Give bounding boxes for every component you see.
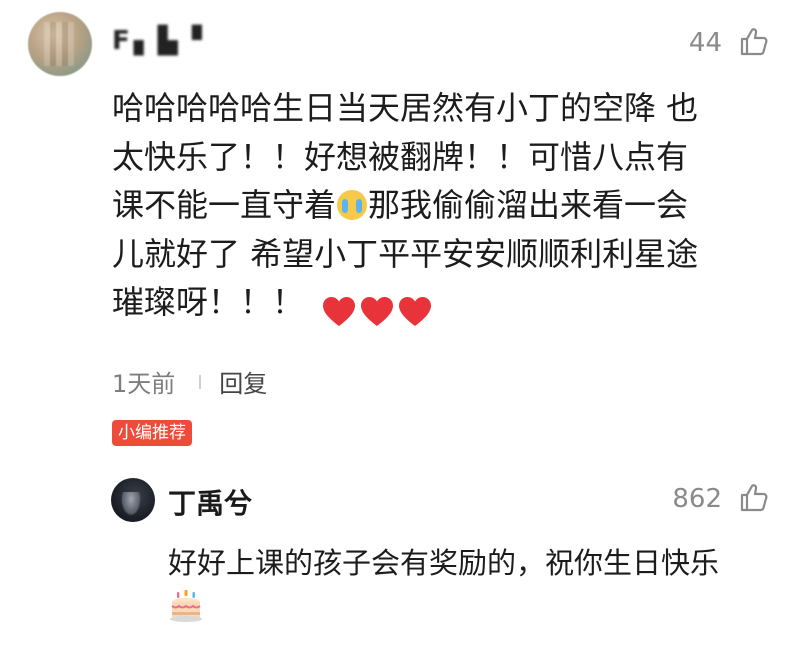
reply-username[interactable]: 丁禹兮	[168, 482, 252, 522]
like-count: 44	[688, 28, 722, 58]
comment-time: 1天前	[112, 370, 176, 398]
comment-line: 课不能一直守着	[112, 186, 337, 224]
red-heart-icon	[360, 293, 394, 326]
reply-text: 好好上课的孩子会有奖励的，祝你生日快乐	[168, 546, 720, 580]
reply-card: 丁禹兮 862 好好上课的孩子会有奖励的，祝你生日快乐	[0, 470, 800, 648]
divider	[199, 374, 202, 389]
birthday-cake-icon	[168, 588, 204, 624]
editor-pick-badge: 小编推荐	[112, 420, 192, 446]
thumbs-up-icon[interactable]	[738, 482, 770, 514]
reply-button[interactable]: 回复	[219, 364, 267, 399]
comment-line: 儿就好了 希望小丁平平安安顺顺利利星途	[112, 234, 699, 273]
reply-avatar[interactable]	[111, 478, 155, 522]
comment-line: 那我偷偷溜出来看一会	[368, 186, 689, 224]
comment-line: 太快乐了！！好想被翻牌！！可惜八点有	[112, 137, 689, 176]
hearts-group	[322, 283, 436, 332]
avatar[interactable]	[28, 12, 92, 76]
thumbs-up-icon[interactable]	[738, 26, 770, 58]
crying-face-emoji-icon	[337, 190, 368, 220]
comment-line: 璀璨呀！！！	[112, 283, 305, 321]
comment-text: 哈哈哈哈哈生日当天居然有小丁的空降 也 太快乐了！！好想被翻牌！！可惜八点有 课…	[112, 84, 782, 332]
reply-like-count: 862	[672, 484, 722, 514]
comment-line: 哈哈哈哈哈生日当天居然有小丁的空降 也	[112, 89, 699, 127]
red-heart-icon	[398, 293, 432, 326]
comment-meta: 1天前 回复	[112, 364, 267, 399]
red-heart-icon	[322, 293, 356, 326]
username[interactable]: F▖▙▝	[112, 26, 206, 56]
